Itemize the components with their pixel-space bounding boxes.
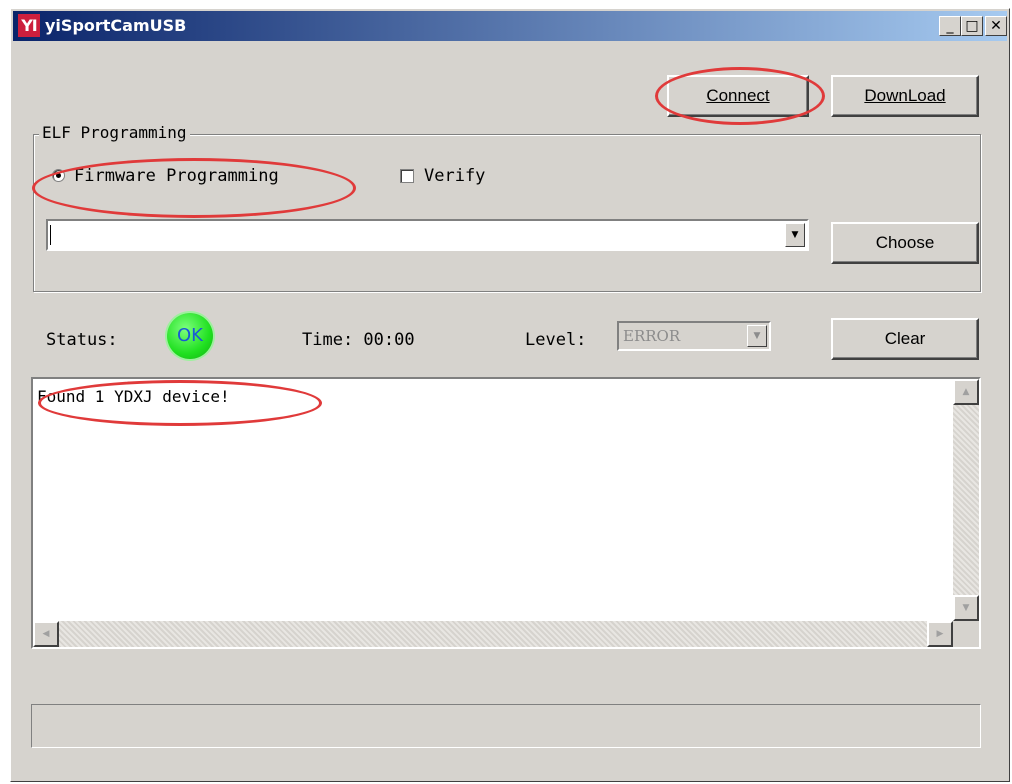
scroll-right-icon[interactable]: ▶ [927,621,953,647]
scroll-left-icon[interactable]: ◀ [33,621,59,647]
status-ok-text: OK [177,325,203,346]
download-button-label: DownLoad [864,86,946,105]
firmware-file-combo[interactable]: ▼ [46,219,809,251]
elf-programming-group [33,134,981,292]
scroll-down-icon[interactable]: ▼ [953,595,979,621]
verify-checkbox[interactable] [400,169,414,183]
verify-label[interactable]: Verify [424,166,485,186]
level-label: Level: [525,330,587,350]
dropdown-arrow-icon[interactable]: ▼ [785,223,805,247]
log-output[interactable]: Found 1 YDXJ device! ▲ ▼ ◀ ▶ [31,377,981,649]
level-dropdown-arrow-icon: ▼ [747,325,767,347]
window-title: yiSportCamUSB [45,16,187,35]
firmware-programming-radio[interactable] [52,169,65,182]
connect-button-label: Connect [706,86,770,105]
log-line: Found 1 YDXJ device! [37,387,230,406]
status-label: Status: [46,330,118,350]
clear-button[interactable]: Clear [831,318,979,360]
choose-button[interactable]: Choose [831,222,979,264]
scroll-up-icon[interactable]: ▲ [953,379,979,405]
close-button[interactable]: ✕ [985,16,1007,36]
level-value: ERROR [623,327,681,345]
maximize-button[interactable]: □ [961,16,983,36]
status-bar [31,704,981,748]
text-caret [50,225,51,245]
minimize-button[interactable]: _ [939,16,961,36]
scroll-corner [953,621,979,647]
download-button[interactable]: DownLoad [831,75,979,117]
elf-programming-label: ELF Programming [39,124,190,142]
status-ok-indicator: OK [167,313,213,359]
level-select: ERROR ▼ [617,321,771,351]
horizontal-scrollbar[interactable]: ◀ ▶ [33,621,953,647]
elapsed-time: Time: 00:00 [302,330,415,350]
app-icon: YI [18,14,40,37]
vertical-scrollbar[interactable]: ▲ ▼ [953,379,979,621]
firmware-programming-label[interactable]: Firmware Programming [74,166,279,186]
connect-button[interactable]: Connect [667,75,809,117]
title-bar[interactable]: YI yiSportCamUSB _ □ ✕ [13,11,1007,41]
